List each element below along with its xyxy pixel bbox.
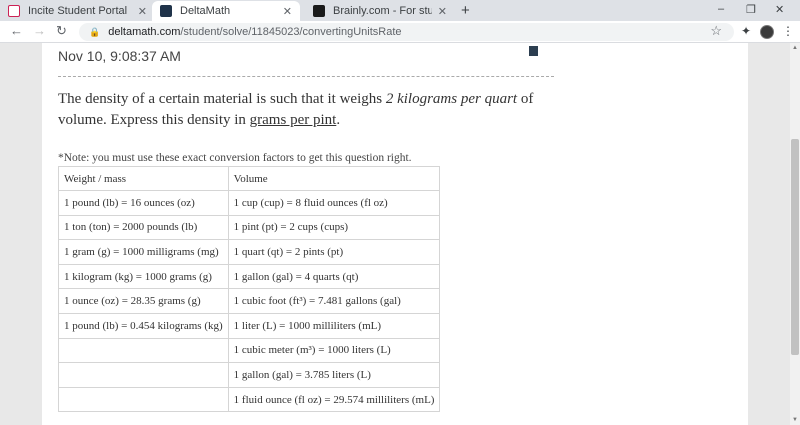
tab-brainly[interactable]: Brainly.com - For students. By st ✕ bbox=[305, 1, 455, 21]
weight-cell bbox=[58, 386, 229, 413]
profile-avatar[interactable] bbox=[760, 25, 774, 39]
volume-cell: 1 cubic foot (ft³) = 7.481 gallons (gal) bbox=[227, 288, 441, 314]
calculator-icon[interactable] bbox=[529, 46, 538, 56]
table-row: 1 fluid ounce (fl oz) = 29.574 millilite… bbox=[58, 386, 441, 413]
volume-cell: 1 cup (cup) = 8 fluid ounces (fl oz) bbox=[227, 190, 441, 216]
weight-cell: 1 ounce (oz) = 28.35 grams (g) bbox=[58, 288, 229, 314]
question-text: The density of a certain material is suc… bbox=[58, 91, 386, 107]
maximize-icon[interactable]: ❐ bbox=[746, 3, 756, 16]
weight-cell: 1 pound (lb) = 0.454 kilograms (kg) bbox=[58, 312, 229, 339]
tab-incite[interactable]: Incite Student Portal ✕ bbox=[0, 1, 155, 21]
column-header-weight: Weight / mass bbox=[58, 166, 229, 191]
menu-kebab-icon[interactable]: ⋮ bbox=[782, 24, 794, 38]
weight-cell: 1 gram (g) = 1000 milligrams (mg) bbox=[58, 239, 229, 265]
new-tab-button[interactable]: + bbox=[461, 2, 470, 19]
window-close-icon[interactable]: ✕ bbox=[775, 3, 784, 16]
url-host: deltamath.com bbox=[108, 26, 181, 38]
scroll-up-arrow-icon[interactable]: ▲ bbox=[792, 45, 798, 51]
problem-card: Nov 10, 9:08:37 AM The density of a cert… bbox=[42, 43, 748, 425]
scroll-down-arrow-icon[interactable]: ▼ bbox=[792, 417, 798, 423]
problem-question: The density of a certain material is suc… bbox=[58, 89, 548, 131]
forward-arrow-icon[interactable]: → bbox=[33, 23, 46, 38]
conversion-table: Weight / mass Volume 1 pound (lb) = 16 o… bbox=[58, 166, 441, 413]
weight-cell: 1 kilogram (kg) = 1000 grams (g) bbox=[58, 263, 229, 290]
table-row: 1 ounce (oz) = 28.35 grams (g) 1 cubic f… bbox=[58, 288, 441, 314]
url-path: /student/solve/11845023/convertingUnitsR… bbox=[180, 26, 402, 38]
volume-cell: 1 cubic meter (m³) = 1000 liters (L) bbox=[227, 337, 441, 364]
table-row: 1 pound (lb) = 0.454 kilograms (kg) 1 li… bbox=[58, 312, 441, 339]
browser-toolbar: ← → ↻ 🔒 deltamath.com/student/solve/1184… bbox=[0, 21, 800, 43]
reload-icon[interactable]: ↻ bbox=[56, 23, 67, 39]
extensions-puzzle-icon[interactable]: ✦ bbox=[741, 24, 751, 38]
bookmark-star-icon[interactable]: ☆ bbox=[710, 23, 722, 39]
table-row: 1 ton (ton) = 2000 pounds (lb) 1 pint (p… bbox=[58, 214, 441, 241]
volume-cell: 1 gallon (gal) = 3.785 liters (L) bbox=[227, 362, 441, 388]
volume-cell: 1 pint (pt) = 2 cups (cups) bbox=[227, 214, 441, 241]
page-scrollbar[interactable]: ▲ ▼ bbox=[790, 43, 800, 425]
tab-strip: Incite Student Portal ✕ DeltaMath ✕ Brai… bbox=[0, 0, 800, 21]
volume-cell: 1 fluid ounce (fl oz) = 29.574 millilite… bbox=[227, 386, 441, 413]
table-row: 1 cubic meter (m³) = 1000 liters (L) bbox=[58, 337, 441, 364]
divider bbox=[58, 76, 554, 77]
address-bar[interactable]: 🔒 deltamath.com/student/solve/11845023/c… bbox=[79, 23, 734, 41]
question-target-unit: grams per pint bbox=[249, 112, 337, 128]
back-arrow-icon[interactable]: ← bbox=[10, 23, 23, 38]
tab-deltamath[interactable]: DeltaMath ✕ bbox=[152, 1, 300, 21]
scrollbar-thumb[interactable] bbox=[791, 139, 799, 355]
tab-title: Incite Student Portal bbox=[28, 5, 128, 17]
weight-cell bbox=[58, 362, 229, 388]
tab-title: Brainly.com - For students. By st bbox=[333, 5, 432, 17]
brainly-favicon-icon bbox=[313, 5, 325, 17]
column-header-volume: Volume bbox=[227, 166, 441, 191]
lock-icon: 🔒 bbox=[89, 26, 101, 37]
tab-title: DeltaMath bbox=[180, 5, 231, 17]
volume-cell: 1 quart (qt) = 2 pints (pt) bbox=[227, 239, 441, 265]
table-row: 1 pound (lb) = 16 ounces (oz) 1 cup (cup… bbox=[58, 190, 441, 216]
table-row: 1 gram (g) = 1000 milligrams (mg) 1 quar… bbox=[58, 239, 441, 265]
deltamath-favicon-icon bbox=[160, 5, 172, 17]
table-row: 1 kilogram (kg) = 1000 grams (g) 1 gallo… bbox=[58, 263, 441, 290]
weight-cell bbox=[58, 337, 229, 364]
volume-cell: 1 gallon (gal) = 4 quarts (qt) bbox=[227, 263, 441, 290]
weight-cell: 1 ton (ton) = 2000 pounds (lb) bbox=[58, 214, 229, 241]
close-icon[interactable]: ✕ bbox=[438, 5, 447, 18]
volume-cell: 1 liter (L) = 1000 milliliters (mL) bbox=[227, 312, 441, 339]
close-icon[interactable]: ✕ bbox=[138, 5, 147, 18]
table-header-row: Weight / mass Volume bbox=[58, 166, 441, 191]
incite-favicon-icon bbox=[8, 5, 20, 17]
table-row: 1 gallon (gal) = 3.785 liters (L) bbox=[58, 362, 441, 388]
question-given-quantity: 2 kilograms per quart bbox=[385, 91, 518, 107]
close-icon[interactable]: ✕ bbox=[283, 5, 292, 18]
minimize-icon[interactable]: – bbox=[718, 3, 724, 15]
problem-timestamp: Nov 10, 9:08:37 AM bbox=[58, 48, 181, 64]
question-text: . bbox=[336, 112, 341, 128]
conversion-note: *Note: you must use these exact conversi… bbox=[58, 152, 412, 164]
weight-cell: 1 pound (lb) = 16 ounces (oz) bbox=[58, 190, 229, 216]
page-viewport: Nov 10, 9:08:37 AM The density of a cert… bbox=[0, 43, 790, 425]
